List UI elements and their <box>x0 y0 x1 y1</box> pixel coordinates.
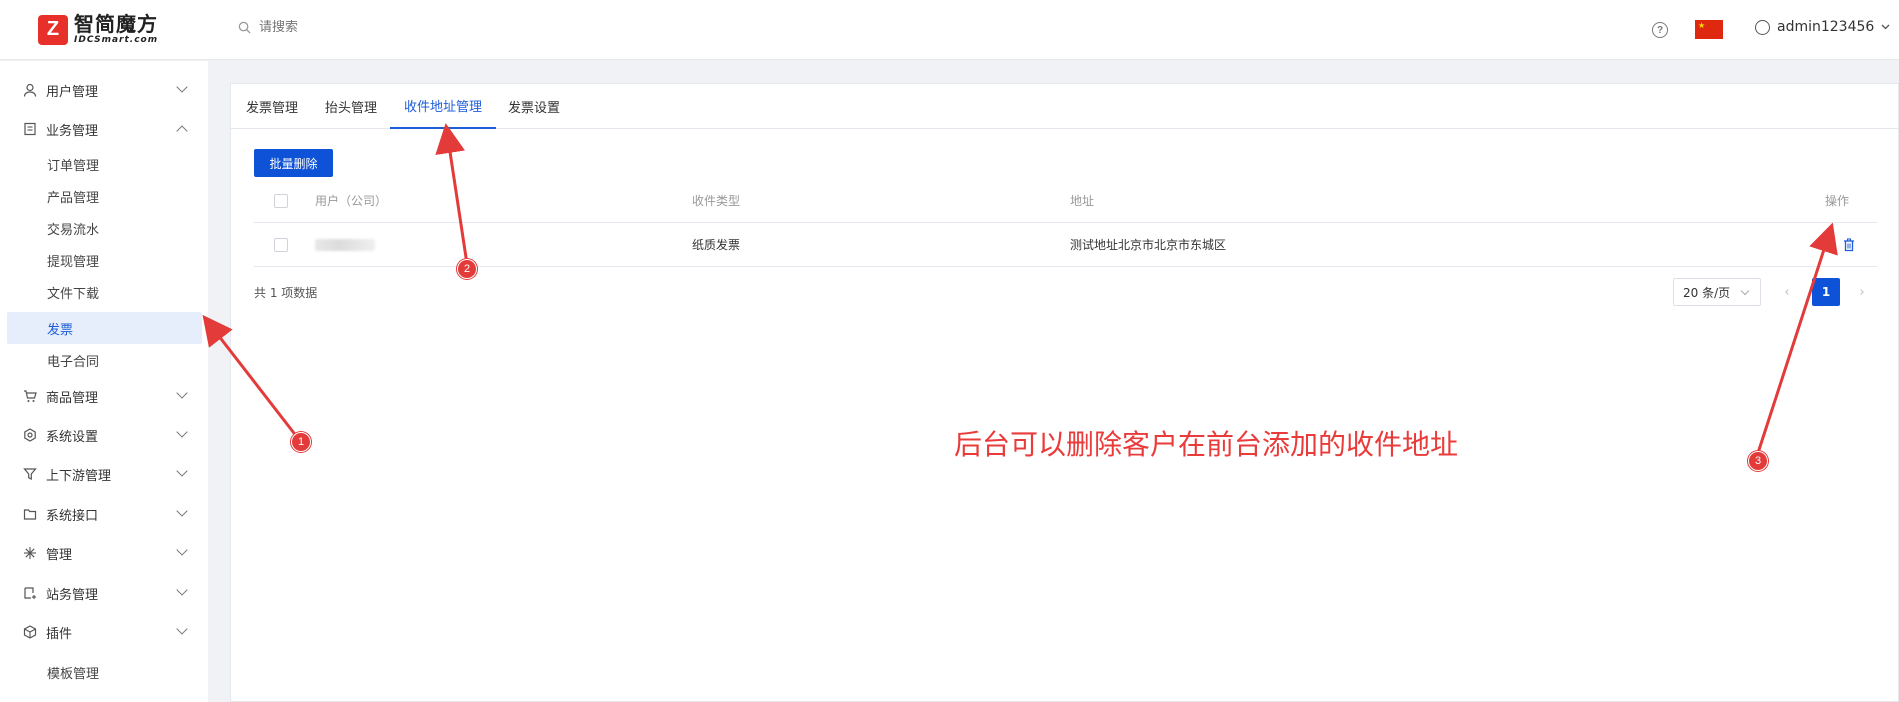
sidebar: 用户管理 业务管理 订单管理 产品管理 交易流水 提现管理 文件下载 发票 电子… <box>0 61 208 702</box>
sidebar-sub-item[interactable]: 提现管理 <box>7 244 202 276</box>
user-menu[interactable]: admin123456 <box>1755 19 1890 35</box>
trash-icon[interactable] <box>1843 238 1855 252</box>
filter-icon <box>23 468 37 480</box>
chevron-down-icon <box>176 584 188 596</box>
annotation-badge-3: 3 <box>1748 451 1768 471</box>
prev-page-button[interactable]: ‹ <box>1777 280 1797 304</box>
sidebar-item-system-settings[interactable]: 系统设置 <box>0 416 208 454</box>
tab-bar: 发票管理 抬头管理 收件地址管理 发票设置 <box>231 84 1899 129</box>
chevron-down-icon <box>176 544 188 556</box>
logo-subtitle: IDCSmart.com <box>74 35 159 45</box>
chevron-down-icon <box>1881 24 1890 30</box>
gear-icon <box>24 428 36 442</box>
tab-title-management[interactable]: 抬头管理 <box>325 84 377 129</box>
column-header-type: 收件类型 <box>692 194 741 208</box>
sidebar-item-management[interactable]: 管理 <box>0 534 208 572</box>
chevron-up-icon <box>176 125 188 137</box>
sparkle-icon <box>24 547 36 559</box>
sidebar-sub-item[interactable]: 交易流水 <box>7 212 202 244</box>
chevron-down-icon <box>176 387 188 399</box>
chevron-down-icon <box>176 81 188 93</box>
sidebar-sub-item[interactable]: 产品管理 <box>7 180 202 212</box>
main-panel: 发票管理 抬头管理 收件地址管理 发票设置 批量删除 用户（公司） 收件类型 地… <box>230 83 1899 702</box>
sidebar-sub-item[interactable]: 电子合同 <box>7 344 202 376</box>
tab-invoice-settings[interactable]: 发票设置 <box>508 84 560 129</box>
column-header-address: 地址 <box>1070 194 1095 208</box>
cell-type: 纸质发票 <box>692 238 741 252</box>
help-icon[interactable]: ? <box>1652 22 1668 38</box>
sidebar-item-user-management[interactable]: 用户管理 <box>0 71 208 109</box>
tab-invoice-management[interactable]: 发票管理 <box>246 84 298 129</box>
chevron-down-icon <box>176 465 188 477</box>
cell-address: 测试地址北京市北京市东城区 <box>1070 238 1227 252</box>
blurred-user-name <box>315 239 375 251</box>
next-page-button[interactable]: › <box>1852 280 1872 304</box>
logo-mark-icon: Z <box>38 14 68 45</box>
total-count: 共 1 项数据 <box>254 286 318 300</box>
select-all-checkbox[interactable] <box>274 194 288 208</box>
annotation-badge-2: 2 <box>457 259 477 279</box>
chevron-down-icon <box>176 505 188 517</box>
column-header-user: 用户（公司） <box>315 194 388 208</box>
top-header: Z 智简魔方 IDCSmart.com ? ★ admin123456 <box>0 0 1899 60</box>
site-icon <box>24 587 36 599</box>
logo-title: 智简魔方 <box>74 12 158 36</box>
sidebar-item-business-management[interactable]: 业务管理 <box>0 110 208 148</box>
sidebar-item-upstream-downstream[interactable]: 上下游管理 <box>0 455 208 493</box>
search-box[interactable] <box>238 20 459 35</box>
batch-delete-button[interactable]: 批量删除 <box>254 149 333 177</box>
chevron-down-icon <box>176 623 188 635</box>
sidebar-item-site-management[interactable]: 站务管理 <box>0 574 208 612</box>
column-header-actions: 操作 <box>1825 194 1850 208</box>
sidebar-item-system-interface[interactable]: 系统接口 <box>0 495 208 533</box>
current-page[interactable]: 1 <box>1812 278 1840 306</box>
folder-icon <box>23 509 37 520</box>
sidebar-item-template-management[interactable]: 模板管理 <box>7 656 202 688</box>
annotation-badge-1: 1 <box>291 432 311 452</box>
sidebar-item-plugins[interactable]: 插件 <box>0 613 208 651</box>
china-flag-icon[interactable]: ★ <box>1695 20 1723 39</box>
sidebar-sub-item-invoice[interactable]: 发票 <box>7 312 202 344</box>
row-checkbox[interactable] <box>274 238 288 252</box>
user-avatar-icon <box>1755 19 1770 35</box>
search-input[interactable] <box>259 20 459 35</box>
tab-address-management[interactable]: 收件地址管理 <box>390 84 497 129</box>
logo[interactable]: Z 智简魔方 IDCSmart.com <box>38 14 158 45</box>
search-icon <box>238 21 251 34</box>
sidebar-item-product-management[interactable]: 商品管理 <box>0 377 208 415</box>
cart-icon <box>24 390 37 402</box>
sidebar-sub-item[interactable]: 订单管理 <box>7 148 202 180</box>
username: admin123456 <box>1777 19 1875 35</box>
user-icon <box>23 83 37 97</box>
document-icon <box>24 122 36 136</box>
sidebar-sub-item[interactable]: 文件下载 <box>7 276 202 308</box>
chevron-down-icon <box>176 426 188 438</box>
annotation-text: 后台可以删除客户在前台添加的收件地址 <box>954 428 1459 461</box>
chevron-down-icon <box>1740 286 1750 296</box>
page-size-select[interactable]: 20 条/页 <box>1673 278 1761 306</box>
cube-icon <box>23 625 37 639</box>
